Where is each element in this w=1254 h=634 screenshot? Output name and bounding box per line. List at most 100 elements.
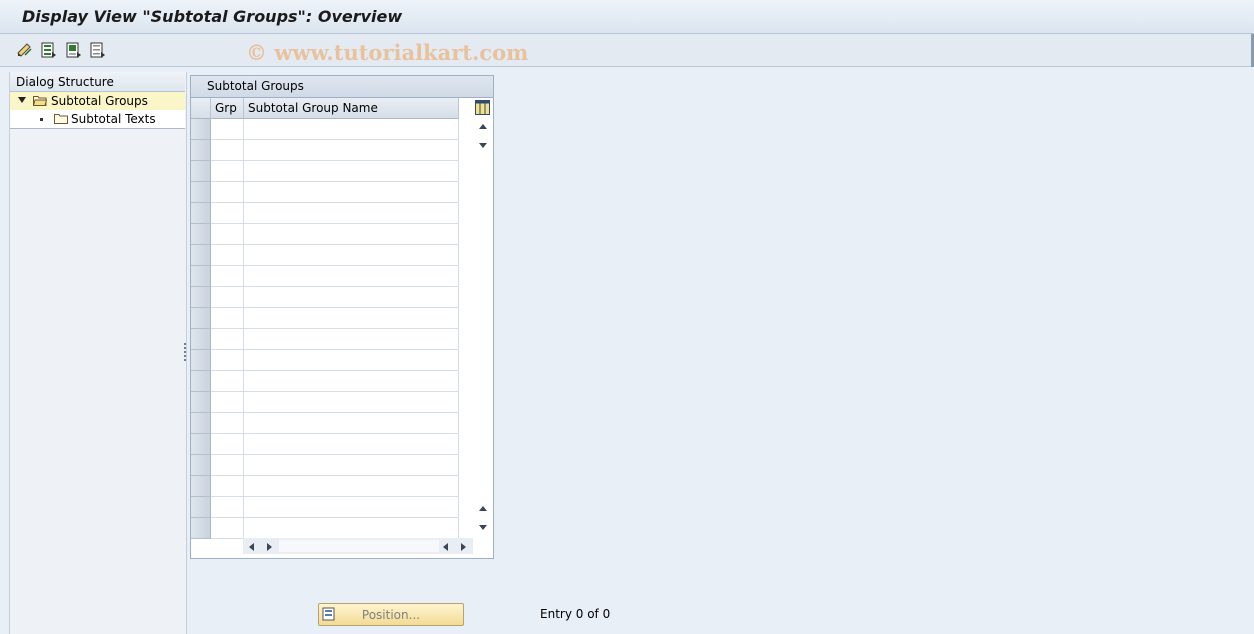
scroll-left-end-icon[interactable]	[443, 543, 448, 551]
cell-subtotal-group-name	[244, 455, 459, 476]
row-selector[interactable]	[191, 392, 211, 413]
table-row[interactable]	[191, 224, 459, 245]
row-selector[interactable]	[191, 434, 211, 455]
cell-subtotal-group-name	[244, 245, 459, 266]
row-selector[interactable]	[191, 161, 211, 182]
application-toolbar: © www.tutorialkart.com	[0, 34, 1254, 67]
cell-subtotal-group-name	[244, 497, 459, 518]
row-selector[interactable]	[191, 329, 211, 350]
cell-grp	[211, 392, 244, 413]
change-display-icon[interactable]	[16, 41, 34, 59]
table-row[interactable]	[191, 476, 459, 497]
table-settings-icon[interactable]	[475, 100, 490, 115]
select-all-rows-header[interactable]	[191, 98, 211, 119]
row-selector[interactable]	[191, 497, 211, 518]
row-selector[interactable]	[191, 455, 211, 476]
cell-grp	[211, 245, 244, 266]
row-selector[interactable]	[191, 119, 211, 140]
row-selector[interactable]	[191, 413, 211, 434]
table-row[interactable]	[191, 266, 459, 287]
scroll-page-up-icon[interactable]	[479, 506, 487, 511]
cell-grp	[211, 161, 244, 182]
cell-subtotal-group-name	[244, 350, 459, 371]
table-row[interactable]	[191, 350, 459, 371]
cell-grp	[211, 119, 244, 140]
table-row[interactable]	[191, 518, 459, 539]
open-folder-icon	[33, 96, 47, 106]
column-header-label: Subtotal Group Name	[248, 101, 378, 115]
table-row[interactable]	[191, 329, 459, 350]
row-selector[interactable]	[191, 476, 211, 497]
table-row[interactable]	[191, 161, 459, 182]
table-row[interactable]	[191, 455, 459, 476]
tree-node-subtotal-texts[interactable]: Subtotal Texts	[10, 110, 185, 129]
cell-subtotal-group-name	[244, 308, 459, 329]
cell-subtotal-group-name	[244, 161, 459, 182]
dialog-structure-panel: Dialog Structure Subtotal Groups Subtota…	[9, 72, 187, 634]
cell-grp	[211, 182, 244, 203]
row-selector[interactable]	[191, 518, 211, 539]
cell-subtotal-group-name	[244, 203, 459, 224]
table-row[interactable]	[191, 140, 459, 161]
cell-grp	[211, 413, 244, 434]
row-selector[interactable]	[191, 308, 211, 329]
cell-grp	[211, 203, 244, 224]
row-selector[interactable]	[191, 266, 211, 287]
cell-grp	[211, 308, 244, 329]
table-row[interactable]	[191, 308, 459, 329]
column-header-subtotal-group-name[interactable]: Subtotal Group Name	[244, 98, 459, 119]
page-title: Display View "Subtotal Groups": Overview	[22, 7, 403, 26]
tree-node-subtotal-groups[interactable]: Subtotal Groups	[10, 92, 185, 111]
table-row[interactable]	[191, 287, 459, 308]
table-row[interactable]	[191, 497, 459, 518]
table-row[interactable]	[191, 413, 459, 434]
cell-subtotal-group-name	[244, 287, 459, 308]
subtotal-groups-table: Subtotal Groups Grp Subtotal Group Name	[190, 75, 494, 559]
scroll-track[interactable]	[279, 540, 439, 552]
panel-splitter-handle[interactable]	[184, 343, 186, 361]
scroll-left-icon[interactable]	[249, 543, 254, 551]
row-selector[interactable]	[191, 182, 211, 203]
dialog-structure-header: Dialog Structure	[10, 72, 185, 92]
tree-bullet-icon	[40, 118, 43, 121]
select-all-icon[interactable]	[40, 41, 58, 59]
table-row[interactable]	[191, 203, 459, 224]
cell-subtotal-group-name	[244, 518, 459, 539]
row-selector[interactable]	[191, 371, 211, 392]
scroll-right-icon[interactable]	[267, 543, 272, 551]
table-row[interactable]	[191, 434, 459, 455]
column-header-grp[interactable]: Grp	[211, 98, 244, 119]
tree-node-label: Subtotal Groups	[51, 94, 148, 108]
expand-caret-icon[interactable]	[18, 97, 26, 103]
cell-subtotal-group-name	[244, 119, 459, 140]
table-row[interactable]	[191, 182, 459, 203]
table-row[interactable]	[191, 245, 459, 266]
cell-grp	[211, 224, 244, 245]
scroll-right-end-icon[interactable]	[461, 543, 466, 551]
cell-grp	[211, 140, 244, 161]
row-selector[interactable]	[191, 287, 211, 308]
cell-grp	[211, 455, 244, 476]
deselect-all-icon[interactable]	[89, 41, 107, 59]
row-selector[interactable]	[191, 203, 211, 224]
scroll-page-down-icon[interactable]	[479, 525, 487, 530]
row-selector[interactable]	[191, 224, 211, 245]
table-row[interactable]	[191, 371, 459, 392]
cell-grp	[211, 476, 244, 497]
cell-subtotal-group-name	[244, 413, 459, 434]
table-row[interactable]	[191, 119, 459, 140]
row-selector[interactable]	[191, 350, 211, 371]
row-selector[interactable]	[191, 245, 211, 266]
select-block-icon[interactable]	[65, 41, 83, 59]
table-row[interactable]	[191, 392, 459, 413]
scroll-down-icon[interactable]	[479, 143, 487, 148]
dialog-structure-title: Dialog Structure	[16, 75, 114, 89]
vertical-scrollbar[interactable]	[475, 118, 491, 536]
folder-icon	[54, 114, 68, 124]
scroll-up-icon[interactable]	[479, 124, 487, 129]
horizontal-scrollbar[interactable]	[243, 538, 473, 554]
column-header-label: Grp	[215, 101, 237, 115]
row-selector[interactable]	[191, 140, 211, 161]
position-button[interactable]: Position...	[318, 603, 464, 626]
cell-subtotal-group-name	[244, 371, 459, 392]
